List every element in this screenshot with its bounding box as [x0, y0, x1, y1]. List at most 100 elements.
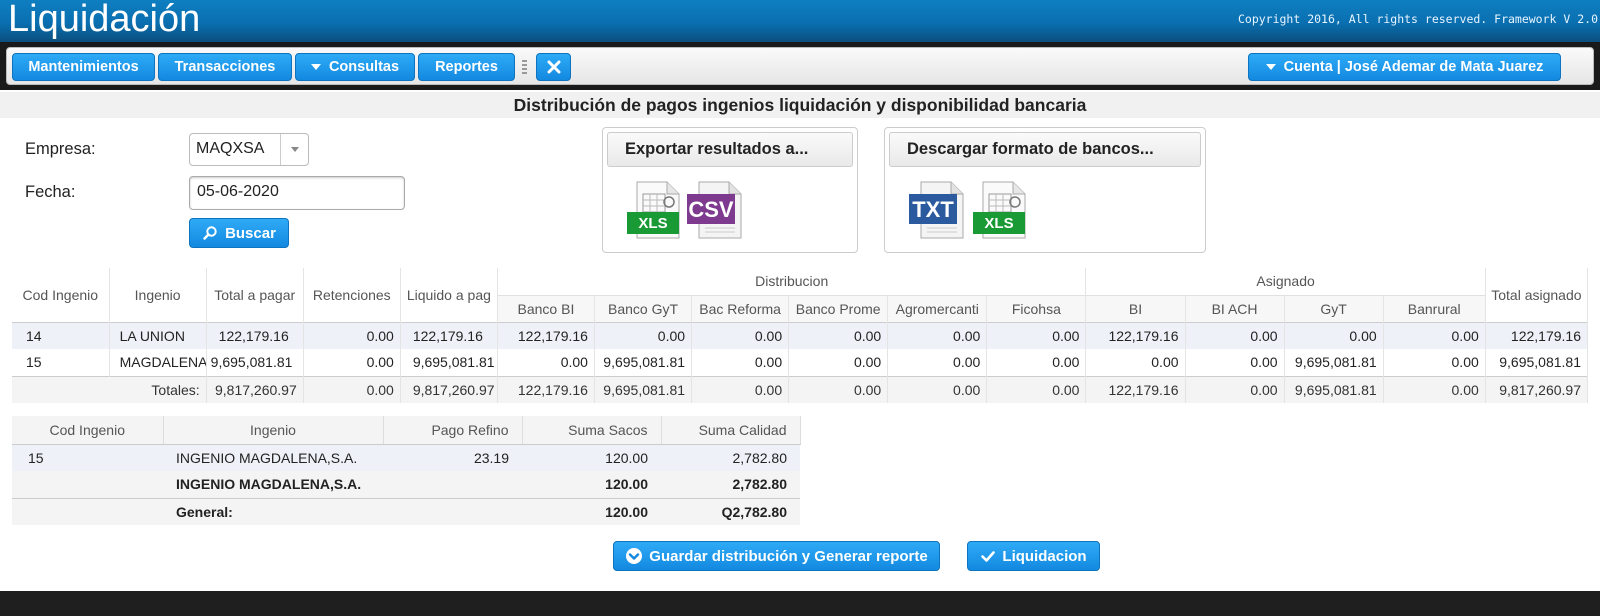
- cell-bac-reforma: 0.00: [691, 322, 790, 349]
- menu-mantenimientos-label: Mantenimientos: [28, 59, 139, 75]
- cell-total-a-pagar: 9,695,081.81: [206, 349, 304, 376]
- cell-ingenio: INGENIO MAGDALENA,S.A.: [163, 444, 383, 471]
- empresa-label: Empresa:: [25, 140, 96, 158]
- subtotal-suma-sacos: 120.00: [522, 471, 661, 498]
- cell-bac-reforma: 0.00: [691, 349, 790, 376]
- col-header-ficohsa[interactable]: Ficohsa: [986, 294, 1087, 322]
- buscar-button[interactable]: Buscar: [189, 218, 289, 248]
- xls-export-icon[interactable]: XLS: [625, 180, 687, 240]
- col-header-total-a-pagar[interactable]: Total a pagar: [206, 268, 304, 322]
- table-row[interactable]: 15 MAGDALENA 9,695,081.81 0.00 9,695,081…: [12, 349, 1589, 376]
- col-header-banrural[interactable]: Banrural: [1383, 294, 1486, 322]
- menu-mantenimientos-button[interactable]: Mantenimientos: [12, 53, 155, 81]
- group-header-distribucion: Distribucion: [497, 268, 1087, 295]
- totals-row: Totales: 9,817,260.97 0.00 9,817,260.97 …: [12, 375, 1589, 403]
- menu-consultas-button[interactable]: Consultas: [295, 53, 415, 81]
- csv-export-icon[interactable]: CSV: [685, 180, 747, 240]
- menu-transacciones-button[interactable]: Transacciones: [158, 53, 292, 81]
- total-total-asignado: 9,817,260.97: [1485, 375, 1589, 403]
- total-banrural: 0.00: [1383, 375, 1486, 403]
- cell-pago-refino: 23.19: [383, 444, 522, 471]
- check-icon: [981, 551, 996, 562]
- cell-empty: [12, 497, 163, 525]
- cell-bi: 122,179.16: [1085, 322, 1186, 349]
- col-header-bac-reforma[interactable]: Bac Reforma: [691, 294, 790, 322]
- fecha-input[interactable]: 05-06-2020: [189, 176, 405, 210]
- cell-banrural: 0.00: [1383, 349, 1486, 376]
- col-header-banco-prome[interactable]: Banco Prome: [788, 294, 889, 322]
- liquidacion-button[interactable]: Liquidacion: [967, 541, 1100, 571]
- cell-liquido: 9,695,081.81: [400, 349, 498, 376]
- menu-bar-wrapper: Mantenimientos Transacciones Consultas R…: [0, 42, 1600, 90]
- cell-banrural: 0.00: [1383, 322, 1486, 349]
- col-header-ingenio[interactable]: Ingenio: [109, 268, 207, 322]
- close-button[interactable]: [536, 53, 571, 81]
- distribution-table: Cod Ingenio Ingenio Total a pagar Retenc…: [12, 268, 1589, 403]
- col-header-cod-ingenio[interactable]: Cod Ingenio: [12, 268, 110, 322]
- dropdown-arrow-icon[interactable]: [280, 134, 308, 165]
- copyright-text: Copyright 2016, All rights reserved. Fra…: [1237, 12, 1598, 26]
- menu-consultas-label: Consultas: [328, 59, 400, 75]
- col-header-suma-sacos[interactable]: Suma Sacos: [522, 416, 662, 445]
- col-header-ingenio[interactable]: Ingenio: [163, 416, 384, 445]
- cell-banco-bi: 122,179.16: [497, 322, 595, 349]
- cell-empty: [383, 471, 522, 498]
- cell-bi: 0.00: [1085, 349, 1186, 376]
- subtotal-row: INGENIO MAGDALENA,S.A. 120.00 2,782.80: [12, 471, 800, 498]
- cell-ingenio: MAGDALENA: [109, 349, 207, 376]
- cell-banco-prome: 0.00: [788, 349, 889, 376]
- subtotal-suma-calidad: 2,782.80: [661, 471, 800, 498]
- total-gyt: 9,695,081.81: [1284, 375, 1384, 403]
- txt-download-icon[interactable]: TXT: [907, 180, 969, 240]
- col-header-bi-ach[interactable]: BI ACH: [1185, 294, 1285, 322]
- total-banco-prome: 0.00: [788, 375, 889, 403]
- total-bi-ach: 0.00: [1185, 375, 1285, 403]
- cell-gyt: 0.00: [1284, 322, 1384, 349]
- col-header-total-asignado[interactable]: Total asignado: [1485, 268, 1589, 322]
- download-panel-title: Descargar formato de bancos...: [889, 132, 1201, 167]
- menu-reportes-label: Reportes: [435, 59, 498, 75]
- txt-label: TXT: [912, 197, 954, 222]
- export-panel-title: Exportar resultados a...: [607, 132, 853, 167]
- menu-bar: Mantenimientos Transacciones Consultas R…: [6, 47, 1594, 85]
- table-row[interactable]: 15 INGENIO MAGDALENA,S.A. 23.19 120.00 2…: [12, 444, 800, 471]
- col-header-banco-gyt[interactable]: Banco GyT: [594, 294, 693, 322]
- cell-banco-prome: 0.00: [788, 322, 889, 349]
- total-bi: 122,179.16: [1085, 375, 1186, 403]
- general-total-row: General: 120.00 Q2,782.80: [12, 497, 800, 525]
- cell-ficohsa: 0.00: [986, 322, 1087, 349]
- col-header-suma-calidad[interactable]: Suma Calidad: [661, 416, 801, 445]
- col-header-bi[interactable]: BI: [1085, 294, 1186, 322]
- empresa-select[interactable]: MAQXSA: [189, 133, 309, 166]
- chevron-down-circle-icon: [626, 548, 643, 564]
- account-menu-button[interactable]: Cuenta | José Ademar de Mata Juarez: [1248, 53, 1561, 81]
- cell-cod-ingenio: 15: [12, 349, 110, 376]
- cell-retenciones: 0.00: [303, 322, 401, 349]
- col-header-banco-bi[interactable]: Banco BI: [497, 294, 595, 322]
- menu-reportes-button[interactable]: Reportes: [418, 53, 515, 81]
- cell-empty: [12, 471, 163, 498]
- col-header-pago-refino[interactable]: Pago Refino: [383, 416, 523, 445]
- cell-cod-ingenio: 14: [12, 322, 110, 349]
- cell-agromercanti: 0.00: [887, 322, 988, 349]
- cell-banco-gyt: 0.00: [594, 322, 693, 349]
- guardar-distribucion-button[interactable]: Guardar distribución y Generar reporte: [613, 541, 940, 571]
- cell-total-asignado: 9,695,081.81: [1485, 349, 1589, 376]
- account-label: Cuenta | José Ademar de Mata Juarez: [1283, 59, 1544, 75]
- cell-agromercanti: 0.00: [887, 349, 988, 376]
- col-header-gyt[interactable]: GyT: [1284, 294, 1384, 322]
- xls-label: XLS: [984, 215, 1014, 232]
- col-header-cod-ingenio[interactable]: Cod Ingenio: [12, 416, 164, 445]
- cell-ingenio: LA UNION: [109, 322, 207, 349]
- col-header-liquido[interactable]: Liquido a pag: [400, 268, 498, 322]
- app-title: Liquidación: [8, 0, 201, 40]
- total-retenciones: 0.00: [303, 375, 401, 403]
- total-bac-reforma: 0.00: [691, 375, 790, 403]
- guardar-label: Guardar distribución y Generar reporte: [649, 547, 928, 565]
- grip-handle-icon[interactable]: [522, 60, 527, 74]
- col-header-retenciones[interactable]: Retenciones: [303, 268, 401, 322]
- table-row[interactable]: 14 LA UNION 122,179.16 0.00 122,179.16 1…: [12, 322, 1589, 349]
- col-header-agromercanti[interactable]: Agromercanti: [887, 294, 988, 322]
- fecha-label: Fecha:: [25, 183, 76, 201]
- xls-download-icon[interactable]: XLS: [971, 180, 1033, 240]
